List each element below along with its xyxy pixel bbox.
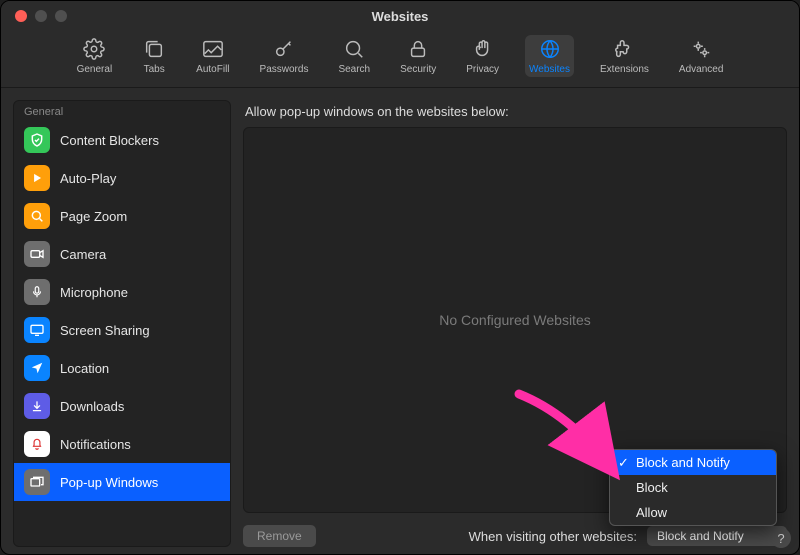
tabs-icon (142, 37, 166, 61)
sidebar-item-label: Pop-up Windows (60, 475, 158, 490)
sidebar-item-label: Camera (60, 247, 106, 262)
window-title: Websites (1, 9, 799, 24)
help-button[interactable]: ? (771, 528, 791, 548)
sidebar-item-notifications[interactable]: Notifications (14, 425, 230, 463)
sidebar-item-label: Notifications (60, 437, 131, 452)
select-value: Block and Notify (657, 529, 744, 543)
tab-label: Security (400, 64, 436, 75)
sidebar-item-label: Auto-Play (60, 171, 116, 186)
policy-select[interactable]: Block and Notify (647, 526, 787, 546)
tab-label: Passwords (260, 64, 309, 75)
tab-passwords[interactable]: Passwords (256, 35, 313, 77)
tab-label: General (77, 64, 113, 75)
sidebar-item-label: Screen Sharing (60, 323, 150, 338)
tab-label: Privacy (466, 64, 499, 75)
shield-check-icon (24, 127, 50, 153)
tab-general[interactable]: General (73, 35, 117, 77)
globe-icon (538, 37, 562, 61)
sidebar-item-downloads[interactable]: Downloads (14, 387, 230, 425)
sidebar-heading: General (14, 101, 230, 121)
sidebar: General Content Blockers Auto-Play Page … (13, 100, 231, 547)
preferences-toolbar: General Tabs AutoFill Passwords Search S… (1, 31, 799, 88)
windows-icon (24, 469, 50, 495)
titlebar: Websites (1, 1, 799, 31)
key-icon (272, 37, 296, 61)
policy-dropdown-menu: ✓ Block and Notify Block Allow (609, 449, 777, 526)
tab-autofill[interactable]: AutoFill (192, 35, 233, 77)
camera-icon (24, 241, 50, 267)
tab-security[interactable]: Security (396, 35, 440, 77)
search-icon (342, 37, 366, 61)
sidebar-item-camera[interactable]: Camera (14, 235, 230, 273)
sidebar-item-content-blockers[interactable]: Content Blockers (14, 121, 230, 159)
dropdown-option-block-and-notify[interactable]: ✓ Block and Notify (610, 450, 776, 475)
zoom-icon (24, 203, 50, 229)
tab-label: Tabs (144, 64, 165, 75)
dropdown-option-label: Block (636, 480, 668, 495)
sidebar-item-label: Page Zoom (60, 209, 127, 224)
tab-tabs[interactable]: Tabs (138, 35, 170, 77)
sidebar-item-location[interactable]: Location (14, 349, 230, 387)
dropdown-option-label: Block and Notify (636, 455, 730, 470)
bell-icon (24, 431, 50, 457)
play-icon (24, 165, 50, 191)
sidebar-item-label: Location (60, 361, 109, 376)
dropdown-option-block[interactable]: Block (610, 475, 776, 500)
tab-privacy[interactable]: Privacy (462, 35, 503, 77)
tab-websites[interactable]: Websites (525, 35, 574, 77)
sidebar-item-screen-sharing[interactable]: Screen Sharing (14, 311, 230, 349)
sidebar-item-popup-windows[interactable]: Pop-up Windows (14, 463, 230, 501)
dropdown-option-allow[interactable]: Allow (610, 500, 776, 525)
gears-icon (689, 37, 713, 61)
tab-label: Advanced (679, 64, 723, 75)
tab-advanced[interactable]: Advanced (675, 35, 727, 77)
dropdown-option-label: Allow (636, 505, 667, 520)
tab-extensions[interactable]: Extensions (596, 35, 653, 77)
sidebar-item-label: Content Blockers (60, 133, 159, 148)
puzzle-icon (612, 37, 636, 61)
sidebar-item-page-zoom[interactable]: Page Zoom (14, 197, 230, 235)
tab-search[interactable]: Search (334, 35, 374, 77)
empty-state-text: No Configured Websites (439, 312, 590, 328)
tab-label: AutoFill (196, 64, 229, 75)
microphone-icon (24, 279, 50, 305)
hand-icon (471, 37, 495, 61)
sidebar-item-microphone[interactable]: Microphone (14, 273, 230, 311)
tab-label: Websites (529, 64, 570, 75)
tab-label: Extensions (600, 64, 649, 75)
panel-description: Allow pop-up windows on the websites bel… (245, 104, 787, 119)
screen-share-icon (24, 317, 50, 343)
sidebar-item-label: Microphone (60, 285, 128, 300)
panel-footer: Remove When visiting other websites: Blo… (243, 525, 787, 547)
preferences-window: Websites General Tabs AutoFill Passwords… (0, 0, 800, 555)
lock-icon (406, 37, 430, 61)
autofill-icon (201, 37, 225, 61)
location-arrow-icon (24, 355, 50, 381)
sidebar-item-auto-play[interactable]: Auto-Play (14, 159, 230, 197)
when-visiting-label: When visiting other websites: (469, 529, 637, 544)
gear-icon (82, 37, 106, 61)
download-icon (24, 393, 50, 419)
sidebar-item-label: Downloads (60, 399, 124, 414)
tab-label: Search (338, 64, 370, 75)
remove-button[interactable]: Remove (243, 525, 316, 547)
checkmark-icon: ✓ (618, 455, 629, 471)
question-mark-icon: ? (777, 531, 784, 546)
